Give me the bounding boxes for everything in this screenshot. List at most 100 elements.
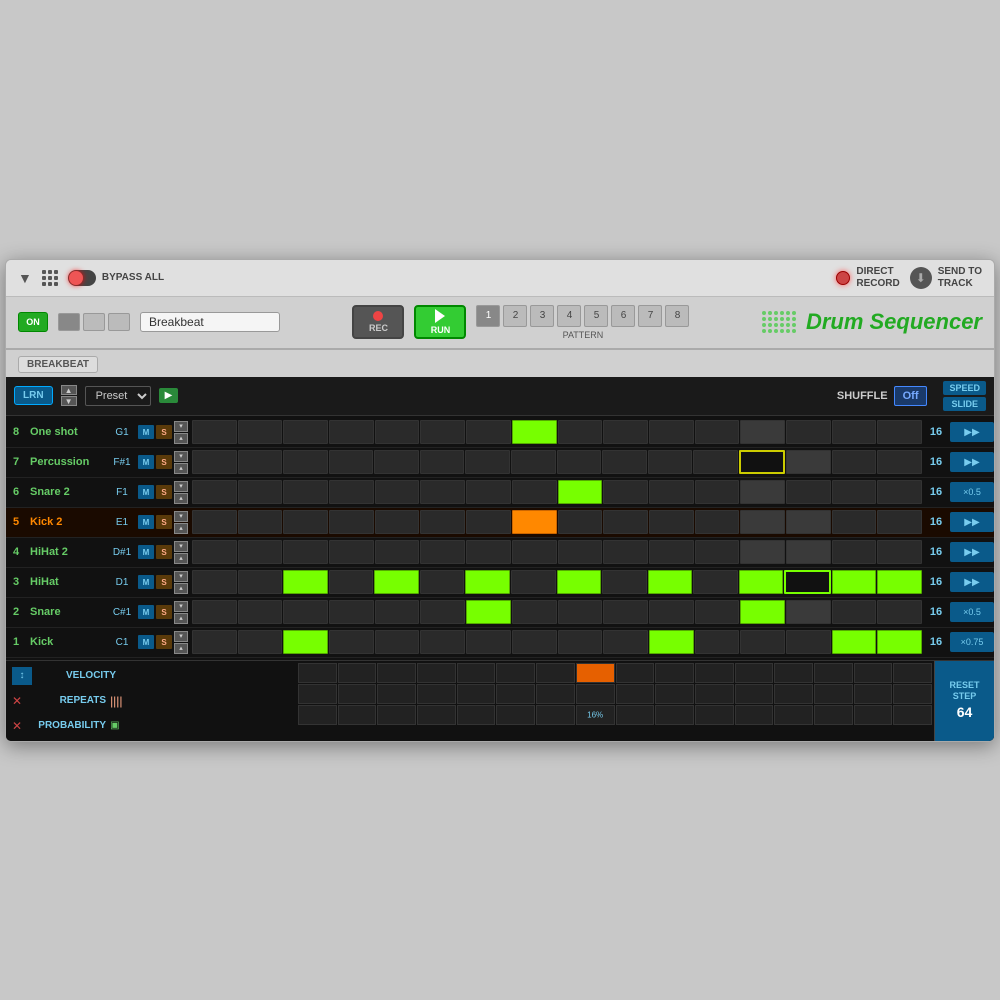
vel-cell-2[interactable] (338, 663, 377, 683)
probability-close-btn[interactable]: ✕ (12, 719, 22, 733)
step-4-10[interactable] (603, 540, 648, 564)
prob-cell-2[interactable] (338, 705, 377, 725)
rep-cell-3[interactable] (377, 684, 416, 704)
mute-btn-5[interactable]: M (138, 515, 154, 529)
vel-cell-1[interactable] (298, 663, 337, 683)
step-4-5[interactable] (375, 540, 420, 564)
prob-cell-4[interactable] (417, 705, 456, 725)
rep-cell-10[interactable] (655, 684, 694, 704)
step-8-16[interactable] (877, 420, 922, 444)
step-8-12[interactable] (695, 420, 740, 444)
step-2-3[interactable] (283, 600, 328, 624)
rep-cell-16[interactable] (893, 684, 932, 704)
track-nav-up-7[interactable]: ▴ (174, 463, 188, 474)
step-2-2[interactable] (238, 600, 283, 624)
speed-button[interactable]: SPEED (943, 381, 986, 395)
step-7-5[interactable] (374, 450, 419, 474)
step-4-11[interactable] (649, 540, 694, 564)
step-3-16[interactable] (877, 570, 922, 594)
track-nav-up-2[interactable]: ▴ (174, 613, 188, 624)
step-1-3[interactable] (283, 630, 328, 654)
track-nav-down-2[interactable]: ▾ (174, 601, 188, 612)
step-6-11[interactable] (649, 480, 694, 504)
speed-arrow-8[interactable]: ▶▶ (950, 422, 994, 442)
rep-cell-7[interactable] (536, 684, 575, 704)
step-6-3[interactable] (283, 480, 328, 504)
step-8-3[interactable] (283, 420, 328, 444)
track-nav-down-1[interactable]: ▾ (174, 631, 188, 642)
run-button[interactable]: RUN (414, 305, 466, 339)
track-nav-up-5[interactable]: ▴ (174, 523, 188, 534)
step-2-11[interactable] (649, 600, 694, 624)
prob-cell-16[interactable] (893, 705, 932, 725)
step-3-14[interactable] (784, 570, 831, 594)
step-4-9[interactable] (558, 540, 603, 564)
rep-cell-15[interactable] (854, 684, 893, 704)
step-5-10[interactable] (603, 510, 648, 534)
step-6-10[interactable] (603, 480, 648, 504)
step-6-6[interactable] (420, 480, 465, 504)
vel-cell-10[interactable] (655, 663, 694, 683)
view-btn-2[interactable] (83, 313, 105, 331)
step-4-8[interactable] (512, 540, 557, 564)
view-btn-1[interactable] (58, 313, 80, 331)
step-5-5[interactable] (375, 510, 420, 534)
step-2-15[interactable] (832, 600, 877, 624)
rep-cell-9[interactable] (616, 684, 655, 704)
step-1-14[interactable] (786, 630, 831, 654)
prob-cell-12[interactable] (735, 705, 774, 725)
step-3-2[interactable] (238, 570, 283, 594)
prob-cell-6[interactable] (496, 705, 535, 725)
step-7-16[interactable] (877, 450, 922, 474)
step-6-4[interactable] (329, 480, 374, 504)
solo-btn-2[interactable]: S (156, 605, 172, 619)
prob-cell-14[interactable] (814, 705, 853, 725)
reset-step-button[interactable]: RESETSTEP 64 (934, 661, 994, 741)
step-4-3[interactable] (283, 540, 328, 564)
prob-cell-10[interactable] (655, 705, 694, 725)
step-7-15[interactable] (832, 450, 877, 474)
step-4-16[interactable] (877, 540, 922, 564)
pattern-btn-4[interactable]: 4 (557, 305, 581, 327)
step-3-1[interactable] (192, 570, 237, 594)
step-7-13[interactable] (739, 450, 786, 474)
step-5-13[interactable] (740, 510, 785, 534)
prob-cell-11[interactable] (695, 705, 734, 725)
step-2-16[interactable] (877, 600, 922, 624)
step-8-15[interactable] (832, 420, 877, 444)
step-6-14[interactable] (786, 480, 831, 504)
send-to-track-icon[interactable]: ⬇ (910, 267, 932, 289)
step-1-9[interactable] (558, 630, 603, 654)
rep-cell-6[interactable] (496, 684, 535, 704)
step-7-11[interactable] (648, 450, 693, 474)
rep-cell-4[interactable] (417, 684, 456, 704)
step-8-14[interactable] (786, 420, 831, 444)
step-4-4[interactable] (329, 540, 374, 564)
vel-cell-8[interactable] (576, 663, 615, 683)
speed-arrow-5[interactable]: ▶▶ (950, 512, 994, 532)
step-5-12[interactable] (695, 510, 740, 534)
solo-btn-1[interactable]: S (156, 635, 172, 649)
mute-btn-2[interactable]: M (138, 605, 154, 619)
step-7-9[interactable] (557, 450, 602, 474)
step-4-1[interactable] (192, 540, 237, 564)
prob-cell-3[interactable] (377, 705, 416, 725)
pattern-btn-2[interactable]: 2 (503, 305, 527, 327)
lrn-button[interactable]: LRN (14, 386, 53, 405)
speed-arrow-4[interactable]: ▶▶ (950, 542, 994, 562)
vel-cell-5[interactable] (457, 663, 496, 683)
step-2-7[interactable] (466, 600, 511, 624)
track-nav-down-3[interactable]: ▾ (174, 571, 188, 582)
solo-btn-7[interactable]: S (156, 455, 172, 469)
step-2-5[interactable] (375, 600, 420, 624)
step-6-2[interactable] (238, 480, 283, 504)
step-1-1[interactable] (192, 630, 237, 654)
grid-menu-icon[interactable] (42, 270, 58, 286)
step-2-6[interactable] (420, 600, 465, 624)
step-5-16[interactable] (877, 510, 922, 534)
step-3-7[interactable] (465, 570, 510, 594)
step-3-9[interactable] (557, 570, 602, 594)
vel-cell-12[interactable] (735, 663, 774, 683)
solo-btn-5[interactable]: S (156, 515, 172, 529)
step-3-8[interactable] (511, 570, 556, 594)
